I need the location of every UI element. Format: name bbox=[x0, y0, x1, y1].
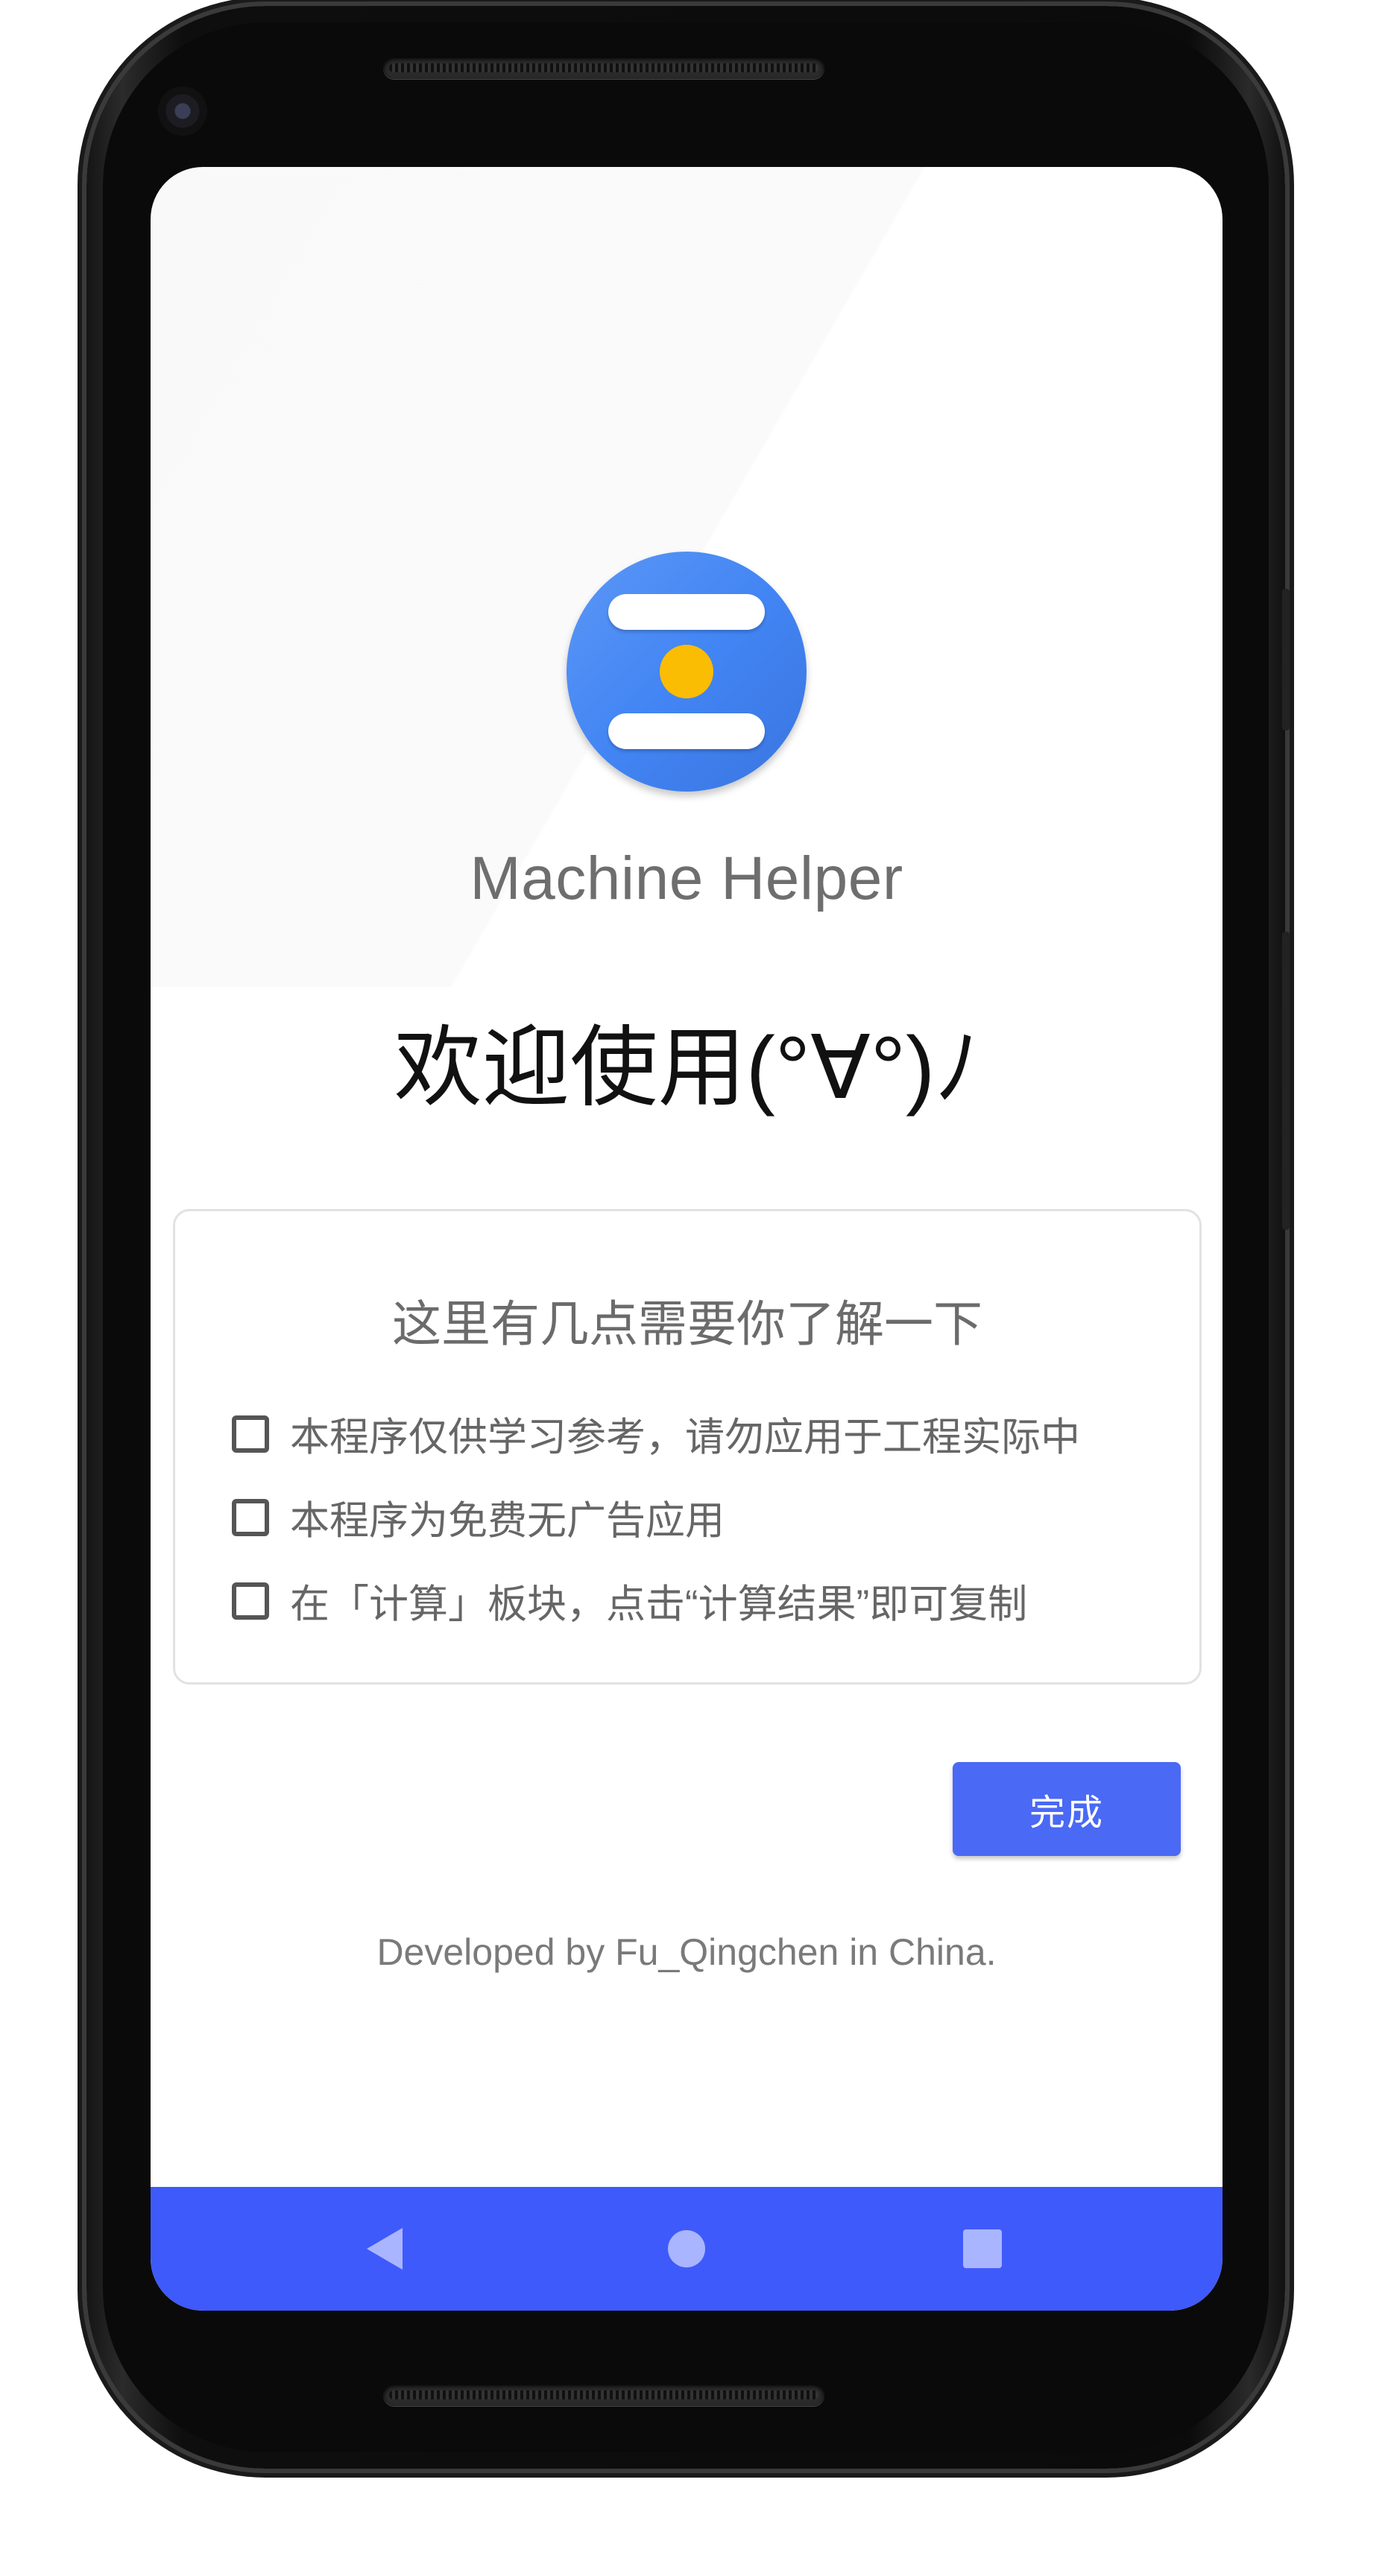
welcome-heading: 欢迎使用(°∀°)ﾉ bbox=[394, 1019, 979, 1117]
machine-helper-logo-icon bbox=[567, 552, 807, 792]
notice-item-label: 在「计算」板块，点击“计算结果”即可复制 bbox=[290, 1582, 1028, 1626]
bottom-speaker bbox=[383, 2384, 824, 2406]
logo-center-dot bbox=[660, 645, 713, 698]
done-button[interactable]: 完成 bbox=[953, 1762, 1181, 1856]
volume-button bbox=[1282, 932, 1290, 1230]
logo-bottom-bar bbox=[608, 713, 765, 749]
back-triangle-icon[interactable] bbox=[367, 2228, 403, 2270]
notice-item-label: 本程序为免费无广告应用 bbox=[290, 1499, 725, 1543]
checkbox[interactable] bbox=[232, 1499, 269, 1536]
notice-item-study-only[interactable]: 本程序仅供学习参考，请勿应用于工程实际中 bbox=[232, 1408, 1080, 1460]
power-button bbox=[1282, 589, 1290, 730]
app-name: Machine Helper bbox=[470, 845, 903, 912]
notice-item-label: 本程序仅供学习参考，请勿应用于工程实际中 bbox=[290, 1415, 1080, 1459]
notice-item-copy-result[interactable]: 在「计算」板块，点击“计算结果”即可复制 bbox=[232, 1575, 1027, 1627]
notice-item-free-no-ads[interactable]: 本程序为免费无广告应用 bbox=[232, 1491, 725, 1544]
notice-card-title: 这里有几点需要你了解一下 bbox=[392, 1296, 982, 1351]
logo-top-bar bbox=[608, 594, 765, 630]
home-circle-icon[interactable] bbox=[668, 2230, 705, 2267]
checkbox[interactable] bbox=[232, 1582, 269, 1620]
app-screen: Machine Helper 欢迎使用(°∀°)ﾉ 这里有几点需要你了解一下 本… bbox=[151, 167, 1222, 2311]
developer-credit: Developed by Fu_Qingchen in China. bbox=[376, 1931, 997, 1973]
top-speaker bbox=[383, 57, 824, 79]
system-navigation-bar bbox=[151, 2187, 1222, 2311]
front-camera bbox=[158, 86, 207, 136]
recents-square-icon[interactable] bbox=[963, 2229, 1002, 2268]
notice-card: 这里有几点需要你了解一下 本程序仅供学习参考，请勿应用于工程实际中 本程序为免费… bbox=[173, 1209, 1202, 1685]
checkbox[interactable] bbox=[232, 1415, 269, 1453]
